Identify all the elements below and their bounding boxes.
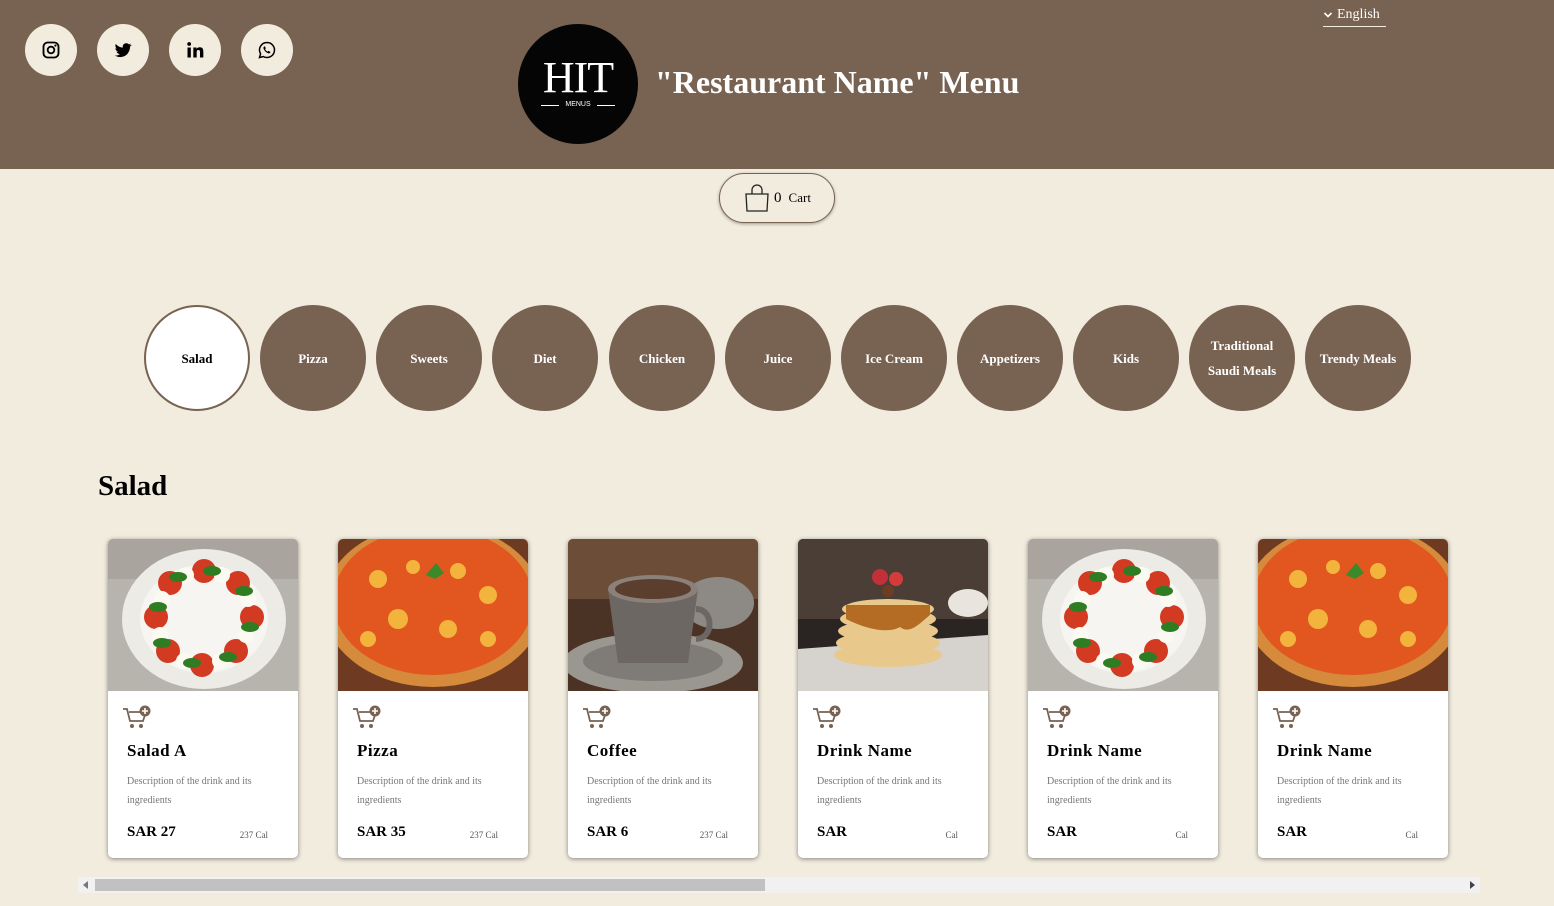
category-label: Appetizers <box>980 350 1040 366</box>
category-appetizers[interactable]: Appetizers <box>957 305 1063 411</box>
category-label: Sweets <box>410 350 448 366</box>
product-price: SAR <box>1277 824 1308 840</box>
logo-subtext: MENUS <box>565 101 591 108</box>
product-calories: Cal <box>945 830 959 840</box>
product-card[interactable]: Drink Name Description of the drink and … <box>1028 539 1218 858</box>
product-calories: Cal <box>1175 830 1189 840</box>
product-description: Description of the drink and its ingredi… <box>1047 776 1172 806</box>
logo-line-right <box>597 105 615 106</box>
product-calories: 237 Cal <box>469 830 498 840</box>
add-to-cart-icon[interactable] <box>812 705 842 731</box>
category-label: Juice <box>763 350 793 366</box>
product-card[interactable]: Drink Name Description of the drink and … <box>798 539 988 858</box>
product-name: Drink Name <box>1277 741 1373 760</box>
scrollbar-thumb[interactable] <box>95 879 765 891</box>
category-pizza[interactable]: Pizza <box>260 305 366 411</box>
product-price: SAR 6 <box>587 824 629 840</box>
horizontal-scrollbar[interactable] <box>78 877 1480 893</box>
product-description: Description of the drink and its ingredi… <box>817 776 942 806</box>
header: English HIT MENUS "Restaurant Name" Menu <box>0 0 1554 169</box>
language-selector[interactable]: English <box>1323 4 1386 27</box>
section-title: Salad <box>98 470 168 502</box>
product-description: Description of the drink and its ingredi… <box>587 776 712 806</box>
product-price: SAR 27 <box>127 824 176 840</box>
product-calories: 237 Cal <box>699 830 728 840</box>
product-description: Description of the drink and its ingredi… <box>127 776 252 806</box>
category-kids[interactable]: Kids <box>1073 305 1179 411</box>
product-name: Pizza <box>357 741 399 760</box>
category-salad[interactable]: Salad <box>144 305 250 411</box>
language-label: English <box>1337 7 1380 22</box>
product-name: Coffee <box>587 741 638 760</box>
scroll-left-arrow[interactable] <box>78 877 94 893</box>
add-to-cart-icon[interactable] <box>352 705 382 731</box>
cart-label: Cart <box>788 190 811 205</box>
add-to-cart-icon[interactable] <box>582 705 612 731</box>
product-card[interactable]: Drink Name Description of the drink and … <box>1258 539 1448 858</box>
category-sweets[interactable]: Sweets <box>376 305 482 411</box>
category-label: Pizza <box>298 350 328 366</box>
page-title: "Restaurant Name" Menu <box>655 64 1020 100</box>
add-to-cart-icon[interactable] <box>1272 705 1302 731</box>
add-to-cart-icon[interactable] <box>1042 705 1072 731</box>
category-diet[interactable]: Diet <box>492 305 598 411</box>
scroll-right-arrow[interactable] <box>1464 877 1480 893</box>
product-price: SAR 35 <box>357 824 406 840</box>
caprese-salad-image <box>1028 539 1218 691</box>
category-label: Diet <box>533 350 557 366</box>
linkedin-button[interactable] <box>169 24 221 76</box>
category-trendy-meals[interactable]: Trendy Meals <box>1305 305 1411 411</box>
category-label: Chicken <box>638 350 686 366</box>
product-calories: Cal <box>1405 830 1419 840</box>
product-card[interactable]: Coffee Description of the drink and its … <box>568 539 758 858</box>
category-label: Traditional Saudi Meals <box>1207 338 1277 378</box>
twitter-button[interactable] <box>97 24 149 76</box>
category-label: Ice Cream <box>865 350 923 366</box>
cart-button[interactable]: 0 Cart <box>719 173 835 223</box>
cart-count: 0 <box>774 189 782 206</box>
product-description: Description of the drink and its ingredi… <box>1277 776 1402 806</box>
product-card[interactable]: Pizza Description of the drink and its i… <box>338 539 528 858</box>
category-label: Kids <box>1112 350 1139 366</box>
product-name: Drink Name <box>1047 741 1143 760</box>
category-chicken[interactable]: Chicken <box>609 305 715 411</box>
product-card[interactable]: Salad A Description of the drink and its… <box>108 539 298 858</box>
product-name: Drink Name <box>817 741 913 760</box>
pizza-image <box>338 539 528 691</box>
instagram-button[interactable] <box>25 24 77 76</box>
coffee-image <box>568 539 758 691</box>
product-price: SAR <box>1047 824 1078 840</box>
category-ice-cream[interactable]: Ice Cream <box>841 305 947 411</box>
category-traditional-saudi-meals[interactable]: Traditional Saudi Meals <box>1189 305 1295 411</box>
shopping-bag-icon <box>745 184 769 212</box>
twitter-icon <box>114 43 132 58</box>
pancakes-image <box>798 539 988 691</box>
linkedin-icon <box>187 42 204 58</box>
logo-text: HIT <box>542 53 614 102</box>
category-juice[interactable]: Juice <box>725 305 831 411</box>
pizza-image <box>1258 539 1448 691</box>
whatsapp-icon <box>258 41 276 59</box>
product-price: SAR <box>817 824 848 840</box>
caprese-salad-image <box>108 539 298 691</box>
chevron-down-icon <box>1323 12 1333 18</box>
product-description: Description of the drink and its ingredi… <box>357 776 482 806</box>
restaurant-logo: HIT MENUS <box>518 24 638 144</box>
instagram-icon <box>42 41 60 59</box>
product-name: Salad A <box>127 741 187 760</box>
category-label: Trendy Meals <box>1319 350 1397 366</box>
product-calories: 237 Cal <box>239 830 268 840</box>
add-to-cart-icon[interactable] <box>122 705 152 731</box>
category-label: Salad <box>181 350 213 366</box>
whatsapp-button[interactable] <box>241 24 293 76</box>
